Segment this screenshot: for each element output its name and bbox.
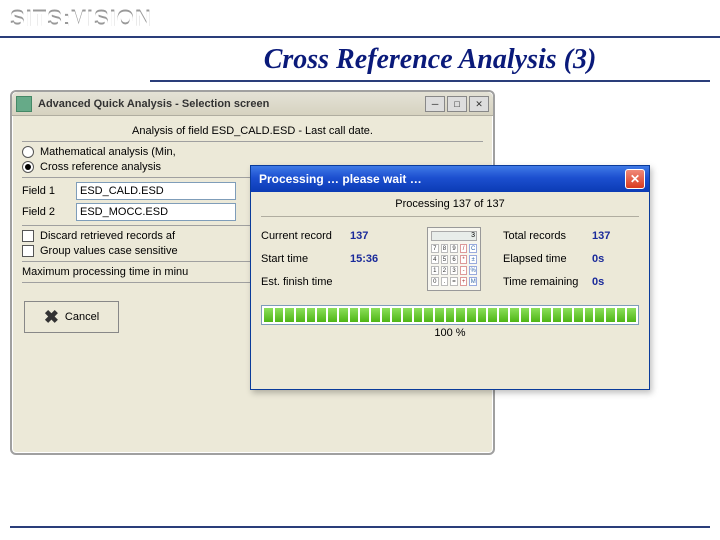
checkbox-group-case-label: Group values case sensitive [40, 245, 178, 257]
est-finish-label: Est. finish time [261, 276, 346, 288]
processing-dialog: Processing … please wait … ✕ Processing … [250, 165, 650, 390]
start-time-value: 15:36 [350, 253, 405, 265]
field1-input[interactable] [76, 182, 236, 200]
checkbox-discard-label: Discard retrieved records af [40, 230, 175, 242]
current-record-label: Current record [261, 230, 346, 242]
elapsed-time-value: 0s [592, 253, 632, 265]
progress-bar [261, 305, 639, 325]
total-records-value: 137 [592, 230, 632, 242]
radio-math-label: Mathematical analysis (Min, [40, 146, 176, 158]
current-record-value: 137 [350, 230, 405, 242]
checkbox-group-case[interactable] [22, 245, 34, 257]
time-remaining-value: 0s [592, 276, 632, 288]
start-time-label: Start time [261, 253, 346, 265]
minimize-button[interactable]: — [425, 96, 445, 112]
time-remaining-label: Time remaining [503, 276, 588, 288]
maximize-button[interactable]: ☐ [447, 96, 467, 112]
processing-titlebar[interactable]: Processing … please wait … ✕ [251, 166, 649, 192]
x-icon: ✖ [44, 307, 59, 328]
max-processing-label: Maximum processing time in minu [22, 266, 188, 278]
processing-close-button[interactable]: ✕ [625, 169, 645, 189]
app-icon [16, 96, 32, 112]
checkbox-discard[interactable] [22, 230, 34, 242]
top-bar: SITS:VISION [0, 0, 720, 38]
page-title: Cross Reference Analysis (3) [150, 38, 710, 82]
radio-cross-reference[interactable] [22, 161, 34, 173]
field2-label: Field 2 [22, 206, 70, 218]
elapsed-time-label: Elapsed time [503, 253, 588, 265]
radio-cross-label: Cross reference analysis [40, 161, 161, 173]
cancel-button[interactable]: ✖ Cancel [24, 301, 119, 333]
processing-header: Processing 137 of 137 [261, 196, 639, 217]
cancel-button-label: Cancel [65, 311, 99, 323]
field1-label: Field 1 [22, 185, 70, 197]
footer-rule [10, 526, 710, 530]
calculator-icon: 3 789/C 456*± 123-% 0.=+M [427, 227, 481, 291]
field2-input[interactable] [76, 203, 236, 221]
brand-logo: SITS:VISION [10, 6, 152, 32]
processing-title: Processing … please wait … [255, 172, 625, 186]
selection-window-title: Advanced Quick Analysis - Selection scre… [38, 98, 423, 110]
analysis-summary: Analysis of field ESD_CALD.ESD - Last ca… [132, 125, 373, 137]
radio-math-analysis[interactable] [22, 146, 34, 158]
total-records-label: Total records [503, 230, 588, 242]
progress-percent: 100 % [261, 327, 639, 339]
selection-titlebar[interactable]: Advanced Quick Analysis - Selection scre… [12, 92, 493, 116]
close-button[interactable]: ✕ [469, 96, 489, 112]
